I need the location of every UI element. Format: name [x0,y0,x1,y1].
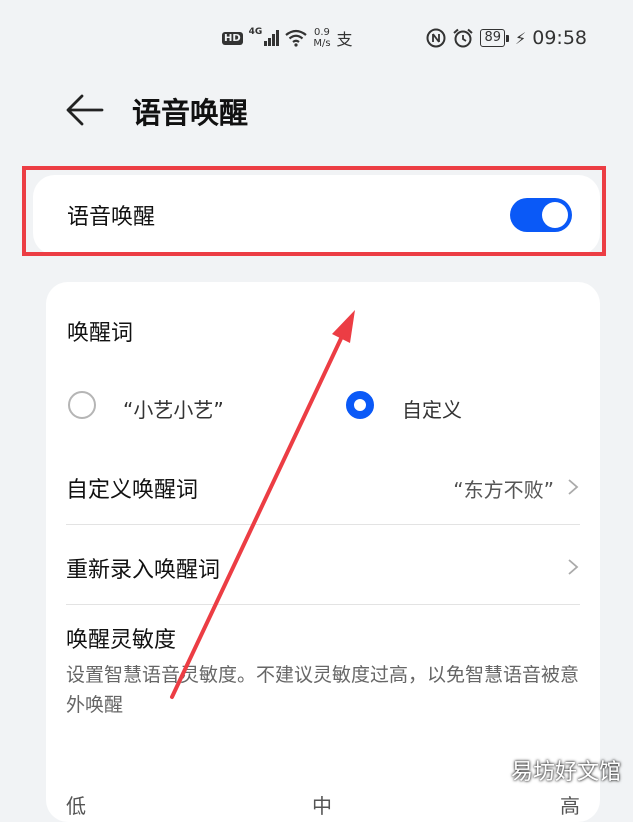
network-speed: 0.9 M/s [313,27,330,49]
custom-wake-word-row[interactable]: 自定义唤醒词 “东方不败” [66,472,580,503]
radio-custom-label[interactable]: 自定义 [402,394,462,423]
status-bar-right: 89 ⚡ 09:58 [426,24,587,52]
chevron-right-icon [568,479,579,495]
radio-custom[interactable] [346,391,374,419]
network-type: 4G [248,27,263,37]
level-mid: 中 [312,794,332,818]
voice-wake-toggle[interactable] [510,198,572,232]
watermark: 易坊好文馆 [510,760,621,785]
level-high: 高 [560,794,580,818]
wake-word-section-title: 唤醒词 [67,321,134,346]
toggle-knob [542,202,568,228]
battery-icon: 89 [480,29,509,47]
re-record-row[interactable]: 重新录入唤醒词 [66,552,580,583]
sensitivity-title: 唤醒灵敏度 [66,628,177,653]
divider [66,524,580,525]
wifi-icon [285,29,308,47]
speed-value: 0.9 [313,27,330,38]
radio-xiaoyi-label[interactable]: “小艺小艺” [123,394,224,423]
wake-word-card: 唤醒词 “小艺小艺” 自定义 自定义唤醒词 “东方不败” 重新录入唤醒词 唤醒灵… [46,282,600,822]
alipay-icon: 支 [336,30,353,49]
radio-xiaoyi[interactable] [68,391,96,419]
level-low: 低 [66,794,86,818]
alarm-icon [453,28,474,48]
re-record-label: 重新录入唤醒词 [66,558,221,583]
status-bar: HD 4G 0.9 M/s 支 89 ⚡ 09:58 [0,0,633,70]
custom-wake-word-value: “东方不败” [453,478,554,502]
voice-wake-label: 语音唤醒 [67,205,156,230]
page-title: 语音唤醒 [132,96,249,130]
status-bar-left: HD 4G 0.9 M/s 支 [222,24,353,52]
divider [66,604,580,605]
speed-unit: M/s [313,38,331,49]
back-arrow-icon[interactable] [66,92,104,128]
sensitivity-description: 设置智慧语音灵敏度。不建议灵敏度过高，以免智慧语音被意外唤醒 [66,664,580,716]
signal-icon [264,30,280,46]
nfc-icon [426,28,446,48]
charging-icon: ⚡ [515,28,527,48]
status-time: 09:58 [532,27,587,49]
hd-badge: HD [222,31,243,45]
chevron-right-icon [568,559,579,575]
app-header: 语音唤醒 [0,80,633,140]
voice-wake-card: 语音唤醒 [33,175,600,255]
custom-wake-word-label: 自定义唤醒词 [66,478,199,503]
sensitivity-row: 唤醒灵敏度 [66,622,580,653]
